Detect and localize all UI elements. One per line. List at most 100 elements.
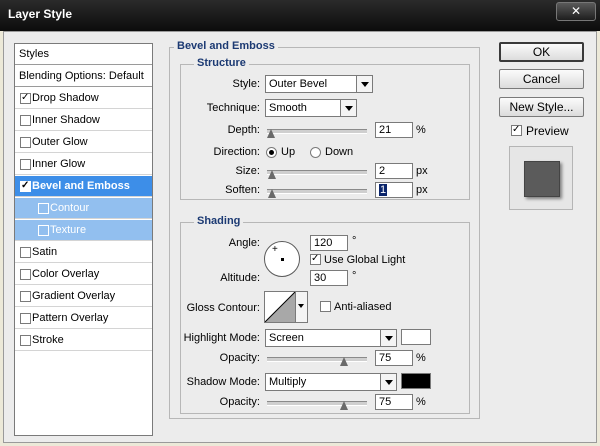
highlight-mode-label: Highlight Mode: bbox=[183, 332, 260, 344]
shadow-opacity-input[interactable]: 75 bbox=[375, 394, 413, 410]
style-item-label: Bevel and Emboss bbox=[32, 180, 130, 192]
soften-label: Soften: bbox=[225, 184, 260, 196]
style-preview-thumbnail bbox=[509, 146, 573, 210]
style-item-checkbox[interactable] bbox=[20, 159, 31, 170]
size-input[interactable]: 2 bbox=[375, 163, 413, 179]
preview-checkbox[interactable] bbox=[511, 123, 522, 137]
style-item-inner-glow[interactable]: Inner Glow bbox=[15, 154, 152, 175]
direction-down-radio[interactable] bbox=[310, 147, 321, 158]
title-bar[interactable]: Layer Style ✕ bbox=[0, 0, 600, 31]
direction-up-label: Up bbox=[281, 146, 296, 158]
style-item-stroke[interactable]: Stroke bbox=[15, 330, 152, 351]
preview-square bbox=[524, 161, 560, 197]
style-item-label: Gradient Overlay bbox=[32, 290, 116, 302]
style-item-checkbox[interactable] bbox=[38, 203, 49, 214]
gloss-contour-picker[interactable] bbox=[264, 291, 308, 323]
style-item-label: Inner Shadow bbox=[32, 114, 100, 126]
direction-up-radio[interactable] bbox=[266, 147, 277, 158]
style-item-checkbox[interactable] bbox=[20, 247, 31, 258]
style-item-label: Drop Shadow bbox=[32, 92, 99, 104]
technique-select[interactable]: Smooth bbox=[265, 99, 357, 117]
styles-header[interactable]: Styles bbox=[15, 44, 152, 65]
depth-slider[interactable] bbox=[267, 129, 367, 134]
shadow-mode-label: Shadow Mode: bbox=[186, 376, 260, 388]
style-item-bevel-and-emboss[interactable]: Bevel and Emboss bbox=[15, 176, 152, 197]
chevron-down-icon bbox=[380, 374, 396, 390]
soften-input[interactable]: 1 bbox=[375, 182, 413, 198]
style-item-label: Satin bbox=[32, 246, 58, 258]
style-item-checkbox[interactable] bbox=[20, 115, 31, 126]
technique-label: Technique: bbox=[206, 102, 260, 114]
style-item-drop-shadow[interactable]: Drop Shadow bbox=[15, 88, 152, 109]
style-item-gradient-overlay[interactable]: Gradient Overlay bbox=[15, 286, 152, 307]
blending-options-label: Blending Options: Default bbox=[19, 70, 144, 82]
shadow-opacity-thumb[interactable] bbox=[340, 401, 348, 410]
use-global-light-checkbox[interactable] bbox=[310, 252, 321, 266]
bevel-emboss-title: Bevel and Emboss bbox=[174, 40, 278, 52]
contour-curve-icon bbox=[265, 292, 295, 322]
style-item-label: Texture bbox=[50, 224, 87, 236]
highlight-opacity-slider[interactable] bbox=[267, 357, 367, 362]
chevron-down-icon bbox=[356, 76, 372, 92]
style-select-value: Outer Bevel bbox=[269, 78, 328, 90]
size-slider-thumb[interactable] bbox=[268, 170, 276, 179]
angle-dial[interactable]: + bbox=[264, 241, 300, 277]
style-item-checkbox[interactable] bbox=[20, 90, 31, 106]
style-item-satin[interactable]: Satin bbox=[15, 242, 152, 263]
style-item-checkbox[interactable] bbox=[20, 291, 31, 302]
soften-slider-thumb[interactable] bbox=[268, 189, 276, 198]
soften-unit: px bbox=[416, 184, 428, 196]
depth-unit: % bbox=[416, 124, 426, 136]
angle-unit: ° bbox=[352, 235, 357, 247]
highlight-opacity-unit: % bbox=[416, 352, 426, 364]
style-item-contour[interactable]: Contour bbox=[15, 198, 152, 219]
size-slider[interactable] bbox=[267, 170, 367, 175]
altitude-input[interactable]: 30 bbox=[310, 270, 348, 286]
style-select[interactable]: Outer Bevel bbox=[265, 75, 373, 93]
style-item-inner-shadow[interactable]: Inner Shadow bbox=[15, 110, 152, 131]
highlight-mode-select[interactable]: Screen bbox=[265, 329, 397, 347]
blending-options-item[interactable]: Blending Options: Default bbox=[15, 66, 152, 87]
depth-slider-thumb[interactable] bbox=[267, 129, 275, 138]
style-label: Style: bbox=[232, 78, 260, 90]
shadow-opacity-slider[interactable] bbox=[267, 401, 367, 406]
style-item-label: Outer Glow bbox=[32, 136, 88, 148]
ok-button[interactable]: OK bbox=[499, 42, 584, 62]
style-item-pattern-overlay[interactable]: Pattern Overlay bbox=[15, 308, 152, 329]
dialog-title: Layer Style bbox=[8, 7, 73, 21]
highlight-opacity-thumb[interactable] bbox=[340, 357, 348, 366]
layer-style-dialog: Layer Style ✕ Styles Blending Options: D… bbox=[0, 0, 600, 446]
highlight-color-swatch[interactable] bbox=[401, 329, 431, 345]
style-item-checkbox[interactable] bbox=[20, 269, 31, 280]
highlight-opacity-label: Opacity: bbox=[219, 352, 260, 364]
size-unit: px bbox=[416, 165, 428, 177]
styles-header-label: Styles bbox=[19, 48, 49, 60]
anti-aliased-checkbox[interactable] bbox=[320, 301, 331, 312]
style-item-checkbox[interactable] bbox=[38, 225, 49, 236]
chevron-down-icon bbox=[340, 100, 356, 116]
style-item-checkbox[interactable] bbox=[20, 313, 31, 324]
cancel-button[interactable]: Cancel bbox=[499, 69, 584, 89]
new-style-button[interactable]: New Style... bbox=[499, 97, 584, 117]
shadow-opacity-unit: % bbox=[416, 396, 426, 408]
style-item-checkbox[interactable] bbox=[20, 178, 31, 194]
depth-input[interactable]: 21 bbox=[375, 122, 413, 138]
depth-label: Depth: bbox=[227, 124, 260, 136]
style-item-checkbox[interactable] bbox=[20, 335, 31, 346]
chevron-down-icon bbox=[295, 292, 307, 322]
close-button[interactable]: ✕ bbox=[556, 2, 596, 21]
style-item-texture[interactable]: Texture bbox=[15, 220, 152, 241]
angle-label: Angle: bbox=[228, 237, 260, 249]
highlight-opacity-input[interactable]: 75 bbox=[375, 350, 413, 366]
angle-input[interactable]: 120 bbox=[310, 235, 348, 251]
style-item-color-overlay[interactable]: Color Overlay bbox=[15, 264, 152, 285]
style-item-label: Pattern Overlay bbox=[32, 312, 109, 324]
shadow-mode-select[interactable]: Multiply bbox=[265, 373, 397, 391]
shadow-opacity-label: Opacity: bbox=[219, 396, 260, 408]
shading-title: Shading bbox=[194, 215, 244, 227]
soften-input-value: 1 bbox=[379, 184, 388, 196]
style-item-outer-glow[interactable]: Outer Glow bbox=[15, 132, 152, 153]
soften-slider[interactable] bbox=[267, 189, 367, 194]
style-item-checkbox[interactable] bbox=[20, 137, 31, 148]
shadow-color-swatch[interactable] bbox=[401, 373, 431, 389]
